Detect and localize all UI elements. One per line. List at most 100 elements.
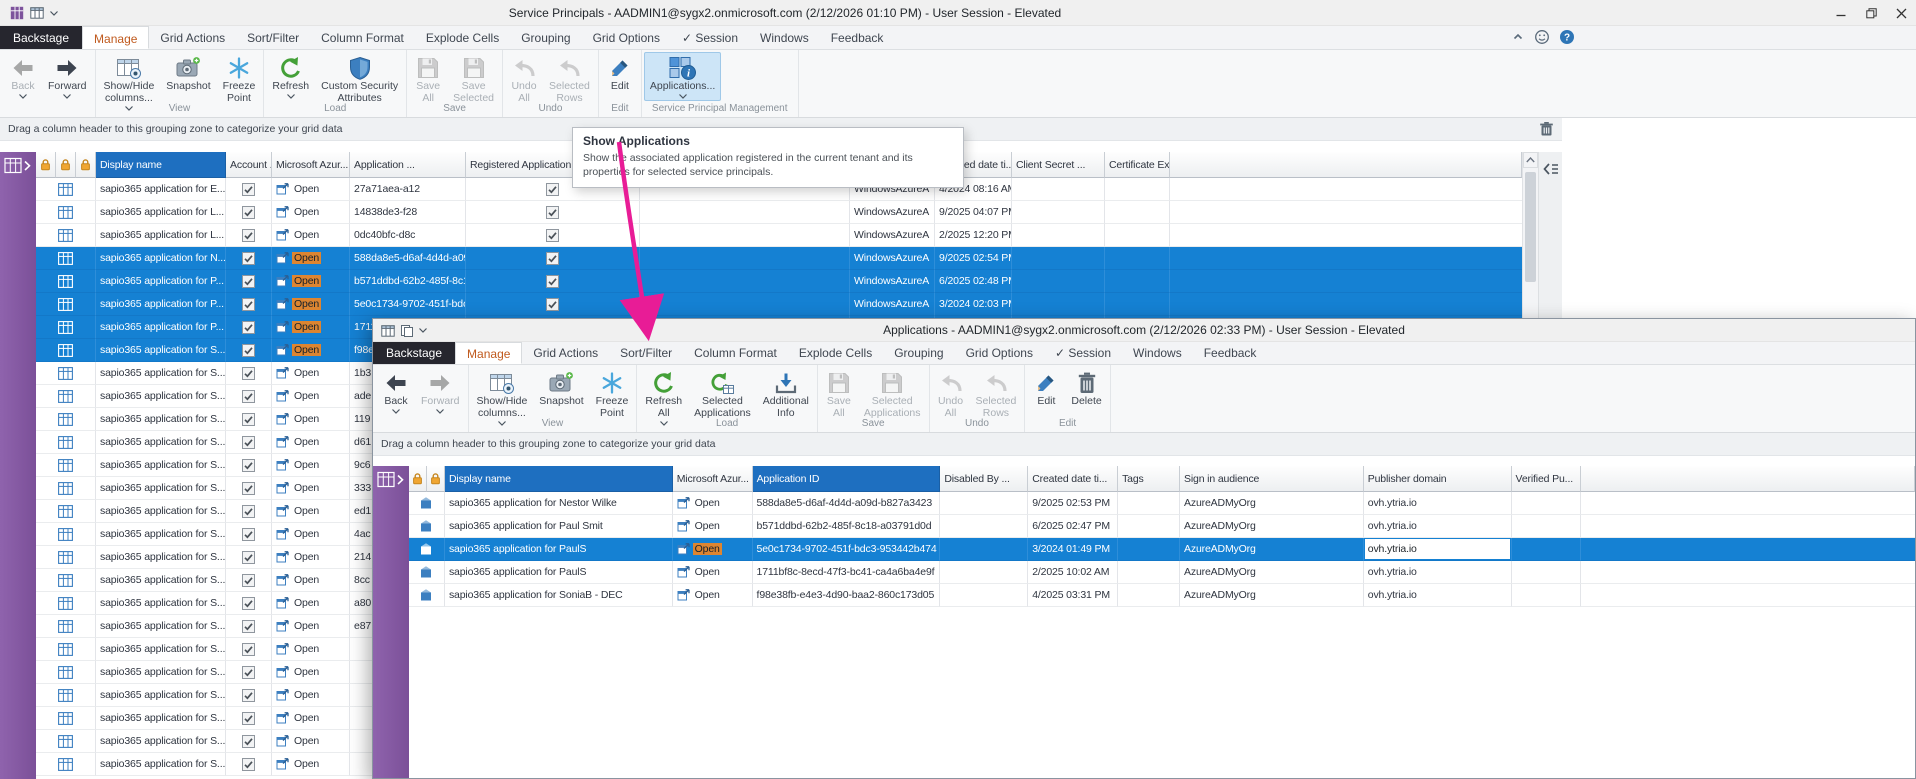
column-header-sign-in-audience[interactable]: Sign in audience	[1180, 466, 1364, 492]
cell-display-name[interactable]: sapio365 application for S...	[96, 385, 226, 408]
edit-button[interactable]: Edit	[601, 52, 639, 94]
checkbox-checked[interactable]	[242, 735, 255, 748]
row-header-cell[interactable]	[36, 569, 96, 592]
cell-display-name[interactable]: sapio365 application for S...	[96, 615, 226, 638]
cell-account-enabled[interactable]	[226, 454, 272, 477]
cell-registered-application[interactable]	[466, 293, 640, 316]
open-link-label[interactable]: Open	[292, 413, 321, 425]
open-link-label[interactable]: Open	[292, 206, 321, 218]
cell-display-name[interactable]: sapio365 application for SoniaB - DEC	[445, 584, 673, 607]
checkbox-checked[interactable]	[242, 321, 255, 334]
cell-tags[interactable]	[1118, 584, 1180, 607]
row-header-cell[interactable]	[409, 538, 445, 561]
open-link-label[interactable]: Open	[292, 183, 321, 195]
checkbox-checked[interactable]	[546, 298, 559, 311]
row-header-cell[interactable]	[36, 730, 96, 753]
lock-column-header[interactable]	[427, 466, 445, 492]
forward-button[interactable]: Forward	[415, 367, 466, 416]
cell-created-date[interactable]: 3/2024 02:03 PM	[935, 293, 1012, 316]
open-link-label[interactable]: Open	[693, 589, 722, 601]
cell-azure-portal-link[interactable]: Open	[272, 201, 350, 224]
checkbox-checked[interactable]	[242, 758, 255, 771]
open-link-label[interactable]: Open	[292, 620, 321, 632]
cell-certificate-expiry[interactable]	[1105, 293, 1170, 316]
cell-sign-in-audience[interactable]: AzureADMyOrg	[1180, 561, 1364, 584]
cell-application-id[interactable]: 588da8e5-d6af-4d4d-a09d-b827a3423	[753, 492, 941, 515]
checkbox-checked[interactable]	[242, 643, 255, 656]
cell-azure-portal-link[interactable]: Open	[272, 753, 350, 776]
column-header-application[interactable]: Application ...	[350, 152, 466, 178]
cell-created-date[interactable]: 6/2025 02:47 PM	[1028, 515, 1118, 538]
open-link-label[interactable]: Open	[292, 390, 321, 402]
cell-application-id[interactable]: f98e38fb-e4e3-4d90-baa2-860c173d05	[753, 584, 941, 607]
cell-display-name[interactable]: sapio365 application for N...	[96, 247, 226, 270]
row-header-cell[interactable]	[409, 515, 445, 538]
cell-display-name[interactable]: sapio365 application for S...	[96, 638, 226, 661]
lock-column-header[interactable]	[56, 152, 76, 178]
cell-disabled-by[interactable]	[940, 584, 1028, 607]
grid-row[interactable]: sapio365 application for L...Open0dc40bf…	[36, 224, 1522, 247]
checkbox-checked[interactable]	[242, 574, 255, 587]
row-header-cell[interactable]	[36, 615, 96, 638]
column-header-created-date-ti[interactable]: Created date ti...	[1028, 466, 1118, 492]
open-link-label[interactable]: Open	[292, 344, 321, 356]
tab-explode-cells[interactable]: Explode Cells	[788, 342, 883, 364]
cell-azure-portal-link[interactable]: Open	[272, 500, 350, 523]
overlay-grid-corner-icon[interactable]	[377, 471, 405, 489]
freeze-point-button[interactable]: FreezePoint	[217, 52, 262, 106]
cell-display-name[interactable]: sapio365 application for PaulS	[445, 538, 673, 561]
applications-button[interactable]: iApplications...	[644, 52, 721, 101]
cell-azure-portal-link[interactable]: Open	[272, 523, 350, 546]
cell-application-id[interactable]: 0dc40bfc-d8c	[350, 224, 466, 247]
cell-display-name[interactable]: sapio365 application for S...	[96, 523, 226, 546]
row-header-cell[interactable]	[36, 201, 96, 224]
row-header-cell[interactable]	[36, 753, 96, 776]
cell-account-enabled[interactable]	[226, 615, 272, 638]
cell-display-name[interactable]: sapio365 application for S...	[96, 500, 226, 523]
open-link-label[interactable]: Open	[292, 735, 321, 747]
cell-azure-portal-link[interactable]: Open	[272, 224, 350, 247]
cell-azure-portal-link[interactable]: Open	[272, 661, 350, 684]
cell-blank[interactable]	[640, 224, 850, 247]
cell-verified-publisher[interactable]	[1512, 584, 1582, 607]
open-link-label[interactable]: Open	[292, 436, 321, 448]
checkbox-checked[interactable]	[242, 666, 255, 679]
column-header-display-name[interactable]: Display name	[445, 466, 673, 492]
cell-azure-portal-link[interactable]: Open	[272, 684, 350, 707]
checkbox-checked[interactable]	[242, 275, 255, 288]
scroll-up-icon[interactable]	[1523, 152, 1538, 168]
cell-filler[interactable]	[1170, 247, 1522, 270]
checkbox-checked[interactable]	[242, 597, 255, 610]
open-link-label[interactable]: Open	[693, 543, 722, 555]
selected-rows-button[interactable]: SelectedRows	[970, 367, 1023, 421]
open-link-label[interactable]: Open	[292, 666, 321, 678]
cell-client-secret[interactable]	[1012, 293, 1105, 316]
checkbox-checked[interactable]	[546, 275, 559, 288]
cell-tags[interactable]: WindowsAzureA	[850, 247, 935, 270]
cell-verified-publisher[interactable]	[1512, 492, 1582, 515]
cell-tags[interactable]: WindowsAzureA	[850, 224, 935, 247]
cell-disabled-by[interactable]	[940, 538, 1028, 561]
cell-display-name[interactable]: sapio365 application for S...	[96, 454, 226, 477]
cell-sign-in-audience[interactable]: AzureADMyOrg	[1180, 584, 1364, 607]
cell-filler[interactable]	[1170, 178, 1522, 201]
cell-account-enabled[interactable]	[226, 362, 272, 385]
checkbox-checked[interactable]	[546, 183, 559, 196]
row-header-cell[interactable]	[36, 592, 96, 615]
checkbox-checked[interactable]	[242, 528, 255, 541]
cell-sign-in-audience[interactable]: AzureADMyOrg	[1180, 492, 1364, 515]
grid-row[interactable]: sapio365 application for Nestor WilkeOpe…	[409, 492, 1915, 515]
snapshot-button[interactable]: Snapshot	[160, 52, 216, 94]
cell-publisher-domain[interactable]: ovh.ytria.io	[1364, 492, 1512, 515]
row-header-cell[interactable]	[36, 385, 96, 408]
column-header-blank[interactable]	[1170, 152, 1522, 178]
open-link-label[interactable]: Open	[292, 551, 321, 563]
column-header-account[interactable]: Account ...	[226, 152, 272, 178]
cell-azure-portal-link[interactable]: Open	[673, 561, 753, 584]
cell-application-id[interactable]: 588da8e5-d6af-4d4d-a09d-b827a3423	[350, 247, 466, 270]
cell-azure-portal-link[interactable]: Open	[673, 515, 753, 538]
cell-filler[interactable]	[1170, 270, 1522, 293]
cell-account-enabled[interactable]	[226, 707, 272, 730]
cell-tags[interactable]	[1118, 561, 1180, 584]
cell-azure-portal-link[interactable]: Open	[272, 569, 350, 592]
